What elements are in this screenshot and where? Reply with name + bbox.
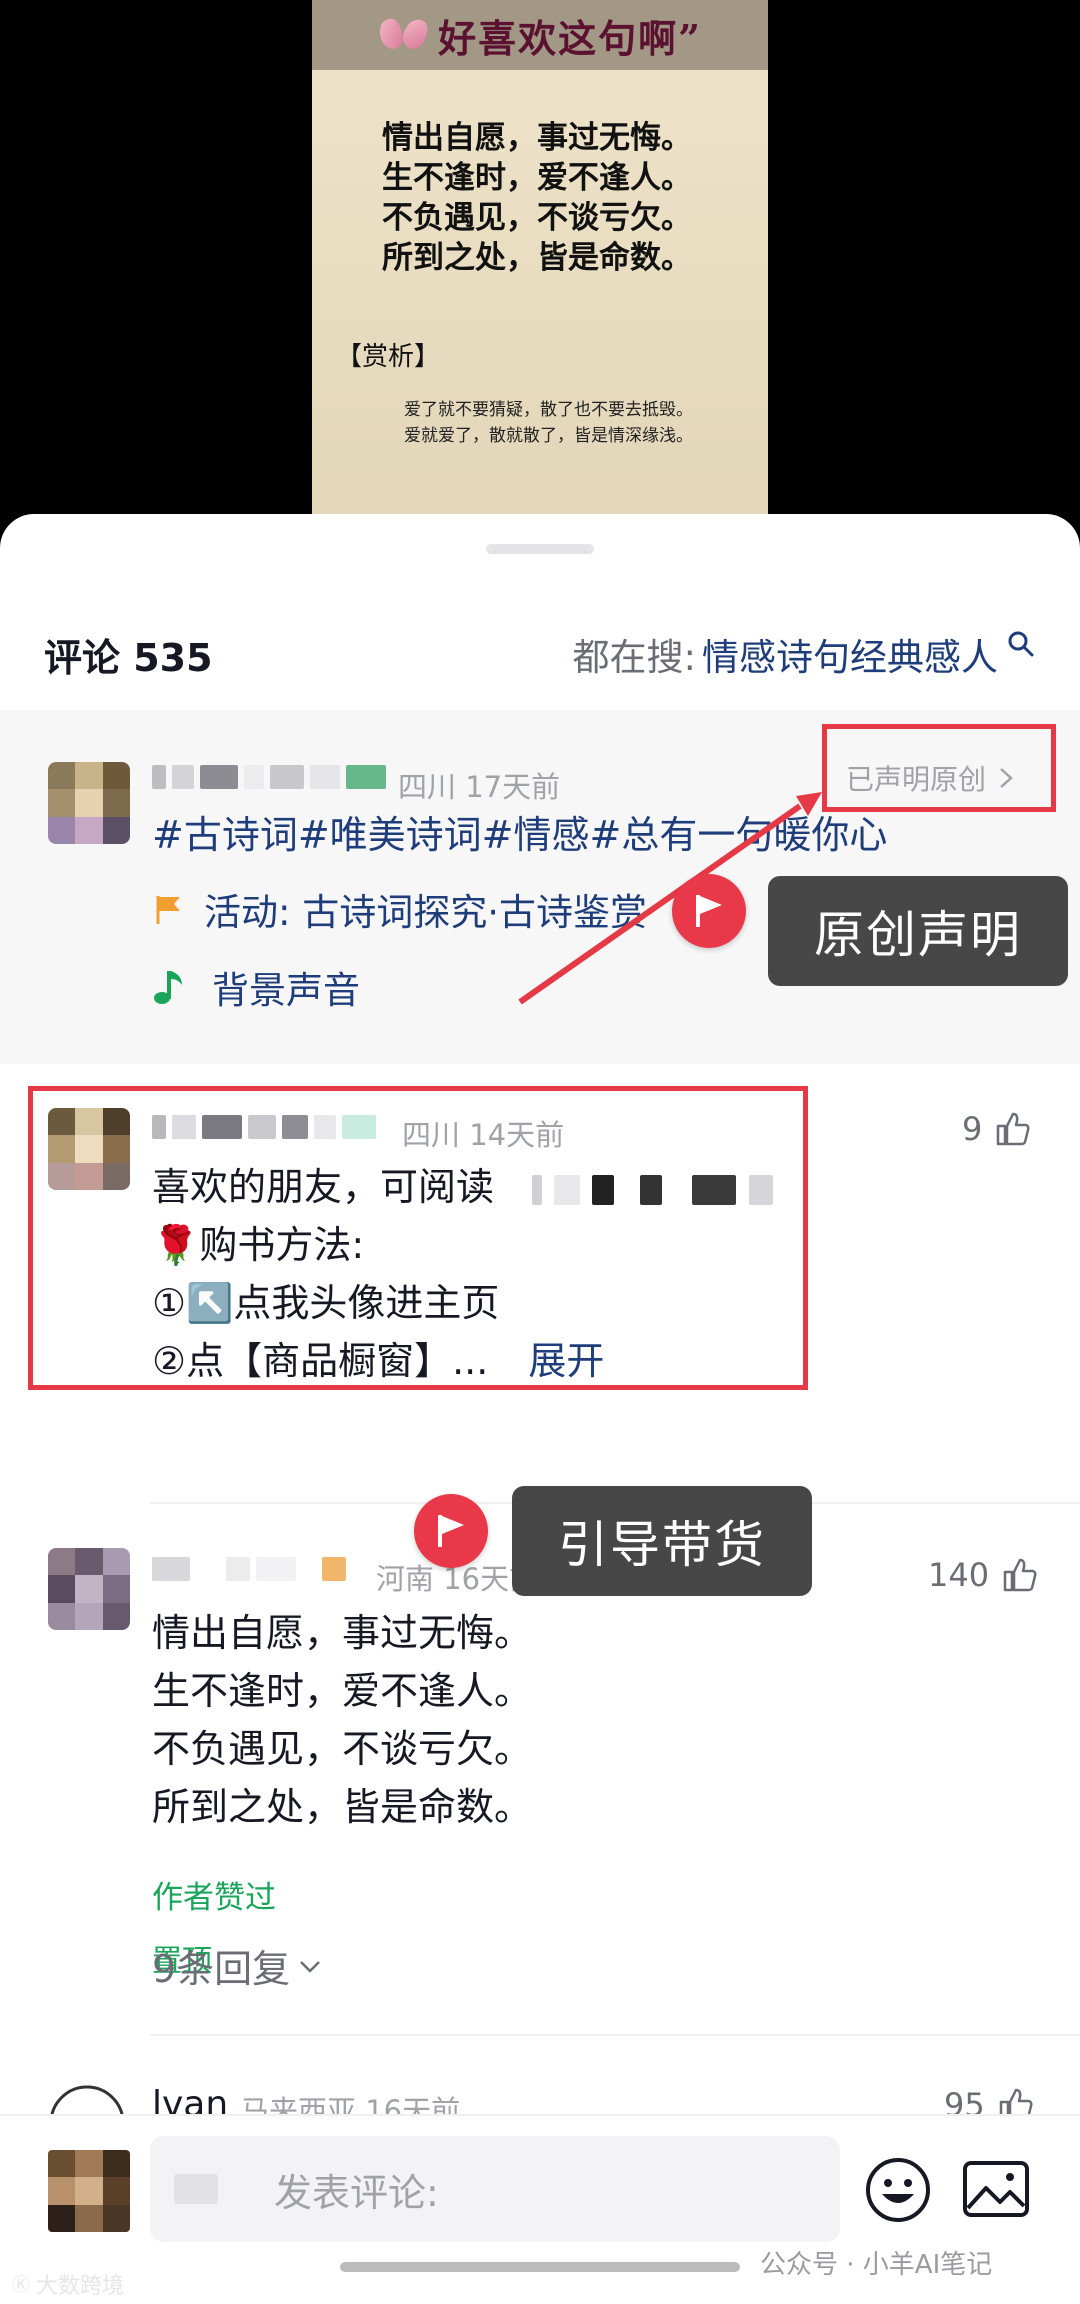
comment-count: 评论 535 xyxy=(44,635,213,680)
butterfly-icon xyxy=(378,15,428,55)
username-redacted[interactable] xyxy=(152,1554,346,1584)
avatar[interactable] xyxy=(48,762,130,844)
poem: 情出自愿，事过无悔。 生不逢时，爱不逢人。 不负遇见，不谈亏欠。 所到之处，皆是… xyxy=(382,118,768,278)
comment-sheet: 评论 535 都在搜: 情感诗句经典感人 四川 17天前 已声明原创 #古诗词#… xyxy=(0,514,1080,2304)
input-placeholder: 发表评论: xyxy=(274,2170,439,2215)
highlight-box-pinned-comment xyxy=(28,1086,808,1390)
emoji-icon[interactable] xyxy=(864,2156,932,2224)
poem-line: 不负遇见，不谈亏欠。 xyxy=(382,200,692,236)
view-replies-button[interactable]: 9条回复 xyxy=(152,1938,322,1993)
like-count: 140 xyxy=(928,1556,990,1594)
activity-label: 活动: 古诗词探究·古诗鉴赏 xyxy=(204,891,647,934)
post-meta: 四川 17天前 xyxy=(398,770,561,804)
watermark-right: 公众号 · 小羊AI笔记 xyxy=(760,2250,993,2280)
activity-link[interactable]: 活动: 古诗词探究·古诗鉴赏 xyxy=(152,882,647,936)
music-note-icon xyxy=(154,971,182,1004)
appreciation-title: 【赏析】 xyxy=(336,342,441,372)
search-icon xyxy=(1008,631,1034,657)
hot-search-term[interactable]: 情感诗句经典感人 xyxy=(702,627,998,681)
like-count: 9 xyxy=(962,1110,983,1148)
hot-search-label: 都在搜: xyxy=(572,636,696,679)
comment-line: 生不逢时，爱不逢人。 xyxy=(152,1669,533,1713)
drag-handle[interactable] xyxy=(486,544,594,554)
home-indicator[interactable] xyxy=(340,2262,740,2272)
annotation-label-guide: 引导带货 xyxy=(512,1486,812,1596)
author-liked-tag: 作者赞过 xyxy=(152,1880,276,1916)
divider xyxy=(150,2034,1080,2036)
poster-header: 好喜欢这句啊” xyxy=(312,0,768,70)
sheet-header: 评论 535 都在搜: 情感诗句经典感人 xyxy=(0,604,1080,704)
watermark-left: Ⓚ 大数跨境 xyxy=(12,2268,124,2300)
hot-search-link[interactable]: 都在搜: 情感诗句经典感人 xyxy=(573,627,1036,681)
replies-label: 9条回复 xyxy=(152,1947,291,1991)
poster-image: 好喜欢这句啊” 情出自愿，事过无悔。 生不逢时，爱不逢人。 不负遇见，不谈亏欠。… xyxy=(312,0,768,560)
comment-line: 不负遇见，不谈亏欠。 xyxy=(152,1727,533,1771)
image-icon[interactable] xyxy=(962,2160,1030,2218)
poem-line: 情出自愿，事过无悔。 xyxy=(382,120,692,156)
comment-line: 情出自愿，事过无悔。 xyxy=(152,1611,533,1655)
redacted-text xyxy=(174,2174,218,2204)
annotation-label-original: 原创声明 xyxy=(768,876,1068,986)
comment-line: 所到之处，皆是命数。 xyxy=(152,1785,533,1829)
highlight-box-declaration xyxy=(822,724,1056,812)
avatar[interactable] xyxy=(48,1548,130,1630)
username-redacted[interactable] xyxy=(152,762,386,792)
thumb-up-icon xyxy=(997,1112,1030,1146)
hashtag-list[interactable]: #古诗词#唯美诗词#情感#总有一句暖你心 xyxy=(152,804,887,859)
like-button[interactable]: 140 xyxy=(928,1556,1039,1594)
music-link[interactable]: 背景声音 xyxy=(152,960,360,1014)
music-label: 背景声音 xyxy=(212,969,360,1012)
comment-input[interactable]: 发表评论: xyxy=(150,2136,840,2242)
comment-body: 情出自愿，事过无悔。 生不逢时，爱不逢人。 不负遇见，不谈亏欠。 所到之处，皆是… xyxy=(152,1604,532,1836)
appreciation-text: 爱了就不要猜疑，散了也不要去抵毁。爱就爱了，散就散了，皆是情深缘浅。 xyxy=(404,400,693,446)
poem-line: 所到之处，皆是命数。 xyxy=(382,240,692,276)
tag-pin-icon xyxy=(672,874,746,948)
watermark-logo-icon: Ⓚ xyxy=(12,2275,30,2296)
my-avatar[interactable] xyxy=(48,2150,130,2232)
watermark-left-text: 大数跨境 xyxy=(36,2274,125,2299)
poem-line: 生不逢时，爱不逢人。 xyxy=(382,160,692,196)
tag-pin-icon xyxy=(414,1494,488,1568)
flag-icon xyxy=(156,896,180,924)
poster-title: 好喜欢这句啊” xyxy=(438,15,702,61)
like-button[interactable]: 9 xyxy=(962,1110,1032,1148)
chevron-down-icon xyxy=(300,1960,321,1973)
video-area[interactable]: 好喜欢这句啊” 情出自愿，事过无悔。 生不逢时，爱不逢人。 不负遇见，不谈亏欠。… xyxy=(0,0,1080,560)
thumb-up-icon xyxy=(1003,1558,1037,1592)
